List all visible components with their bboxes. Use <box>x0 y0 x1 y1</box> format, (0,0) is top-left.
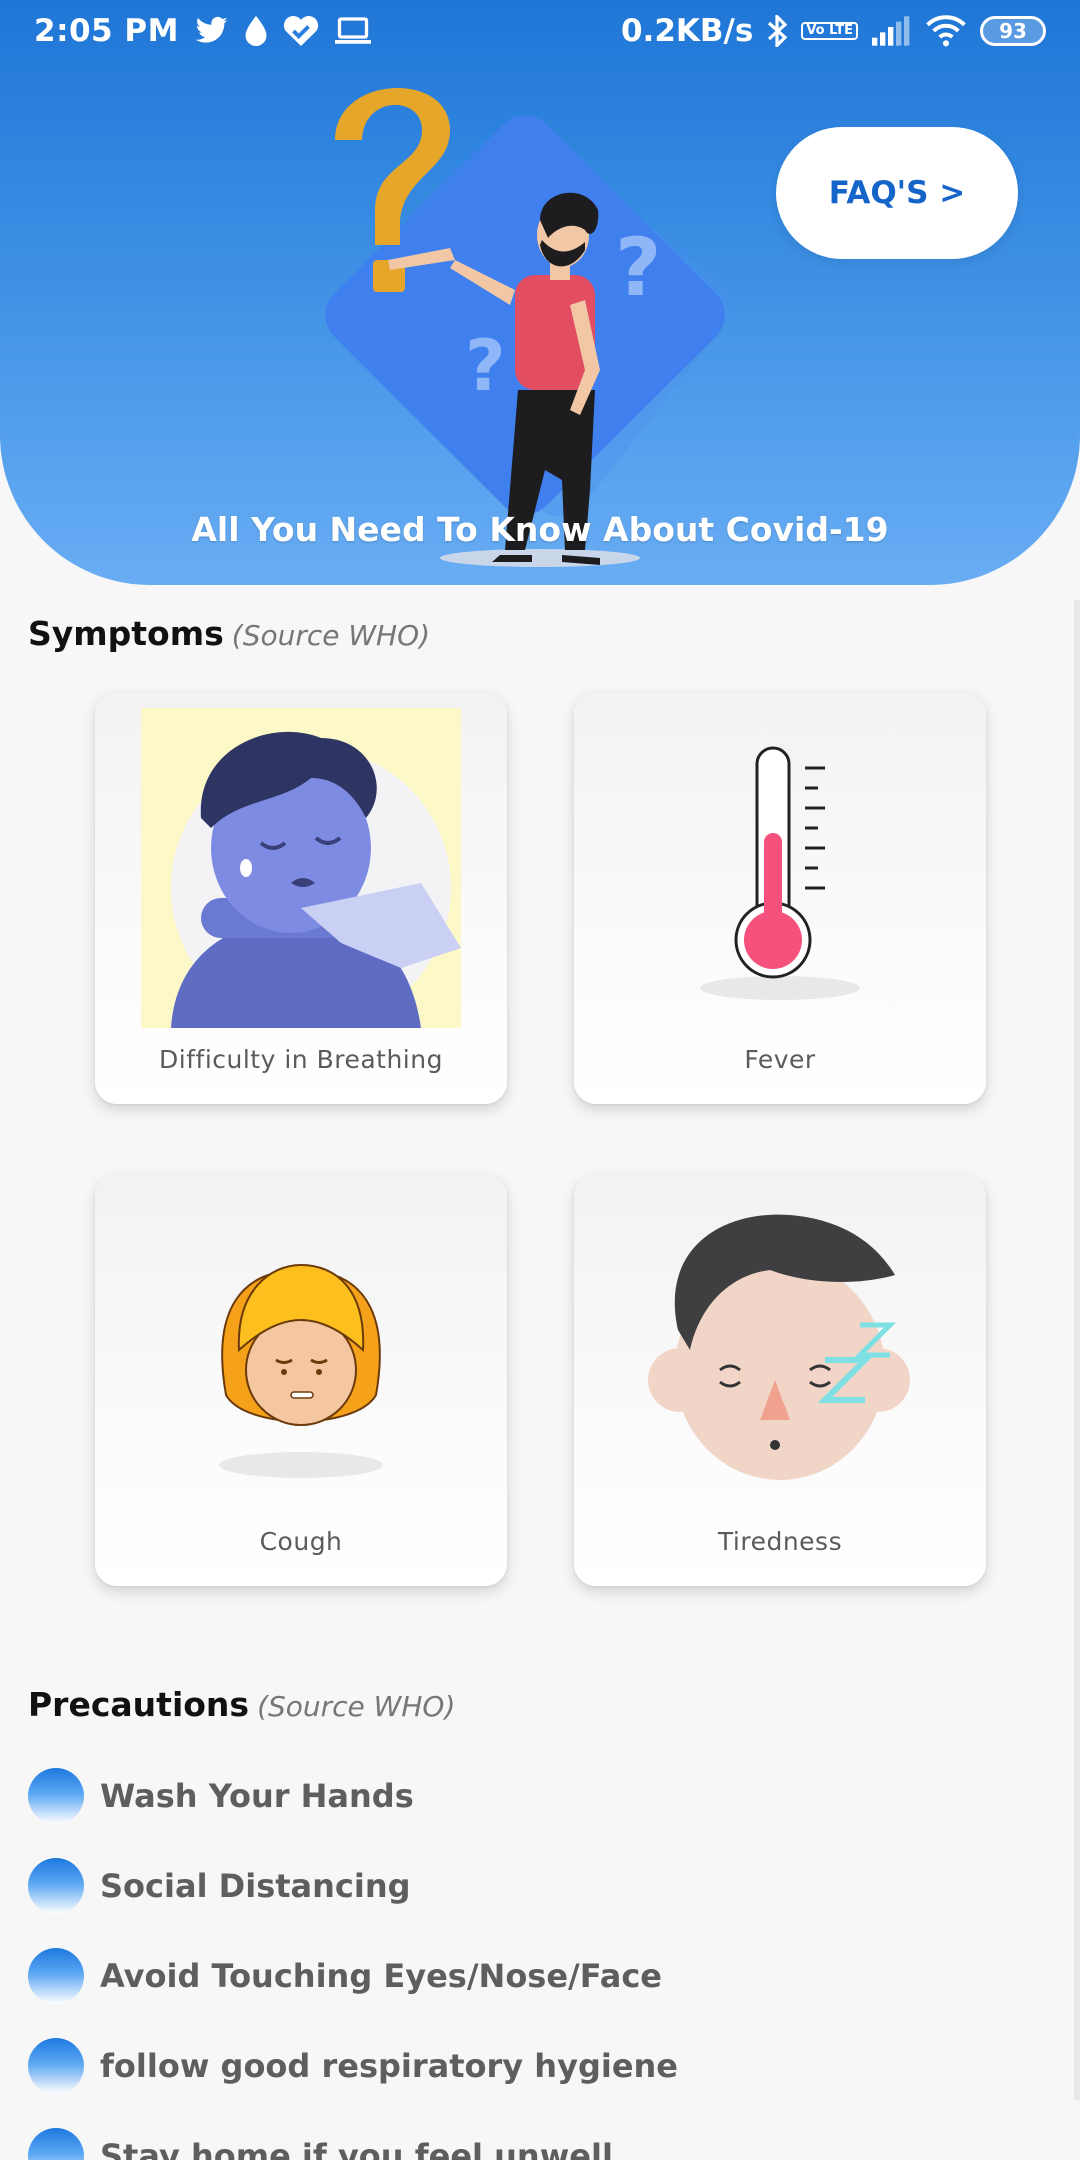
bullet-icon <box>28 1768 84 1824</box>
symptom-label: Difficulty in Breathing <box>159 1045 443 1074</box>
symptom-card-tiredness[interactable]: Tiredness <box>574 1174 986 1586</box>
heart-check-icon <box>283 13 319 49</box>
precaution-item[interactable]: Stay home if you feel unwell <box>28 2126 613 2160</box>
precautions-title: Precautions <box>28 1685 250 1724</box>
symptom-label: Tiredness <box>717 1527 843 1556</box>
status-right: 0.2KB/s Vo LTE 93 <box>621 13 1046 49</box>
symptom-label: Fever <box>744 1045 816 1074</box>
symptom-card-breathing[interactable]: Difficulty in Breathing <box>95 692 507 1104</box>
svg-text:?: ? <box>615 221 661 314</box>
net-speed: 0.2KB/s <box>620 13 754 49</box>
precaution-item[interactable]: Social Distancing <box>28 1856 411 1916</box>
header-banner: 2:05 PM 0.2KB/s Vo LTE 93 ? ? FAQ'S > Al… <box>0 0 1080 585</box>
precautions-source: (Source WHO) <box>257 1690 456 1723</box>
precaution-item[interactable]: Avoid Touching Eyes/Nose/Face <box>28 1946 662 2006</box>
status-bar: 2:05 PM 0.2KB/s Vo LTE 93 <box>0 0 1080 68</box>
app-root: 2:05 PM 0.2KB/s Vo LTE 93 ? ? FAQ'S > Al… <box>0 0 1080 2160</box>
symptom-card-cough[interactable]: Cough <box>95 1174 507 1586</box>
bullet-icon <box>28 2038 84 2094</box>
precaution-label: Wash Your Hands <box>100 1777 414 1815</box>
precaution-label: Social Distancing <box>100 1867 411 1905</box>
bluetooth-icon <box>767 13 788 49</box>
precaution-label: Avoid Touching Eyes/Nose/Face <box>100 1957 662 1995</box>
twitter-icon <box>195 13 229 49</box>
bullet-icon <box>28 1948 84 2004</box>
breathing-illustration <box>141 708 461 1028</box>
cough-illustration <box>219 1263 383 1478</box>
bullet-icon <box>28 2128 84 2160</box>
hero-title: All You Need To Know About Covid-19 <box>191 510 889 549</box>
precaution-item[interactable]: Wash Your Hands <box>28 1766 414 1826</box>
drop-icon <box>245 13 267 49</box>
precaution-label: Stay home if you feel unwell <box>100 2137 613 2160</box>
symptom-card-fever[interactable]: Fever <box>574 692 986 1104</box>
faq-button[interactable]: FAQ'S > <box>776 127 1018 259</box>
volte-icon: Vo LTE <box>801 13 858 49</box>
symptoms-title: Symptoms <box>28 614 224 653</box>
symptoms-source: (Source WHO) <box>231 619 431 652</box>
precautions-heading: Precautions (Source WHO) <box>28 1685 455 1724</box>
sleepy-face-illustration <box>648 1214 910 1480</box>
precaution-label: follow good respiratory hygiene <box>100 2047 678 2085</box>
svg-text:?: ? <box>465 325 506 407</box>
laptop-icon <box>334 13 371 49</box>
symptom-label: Cough <box>259 1527 343 1556</box>
scrollbar[interactable] <box>1074 600 1080 2100</box>
thermometer-illustration <box>700 746 860 1000</box>
bullet-icon <box>28 1858 84 1914</box>
hero-illustration: ? ? <box>325 87 732 567</box>
battery-icon: 93 <box>980 16 1046 46</box>
symptoms-heading: Symptoms (Source WHO) <box>28 614 430 653</box>
wifi-icon <box>926 13 966 49</box>
signal-icon <box>872 13 912 49</box>
precaution-item[interactable]: follow good respiratory hygiene <box>28 2036 678 2096</box>
status-time: 2:05 PM <box>34 13 179 49</box>
status-left: 2:05 PM <box>34 13 371 49</box>
